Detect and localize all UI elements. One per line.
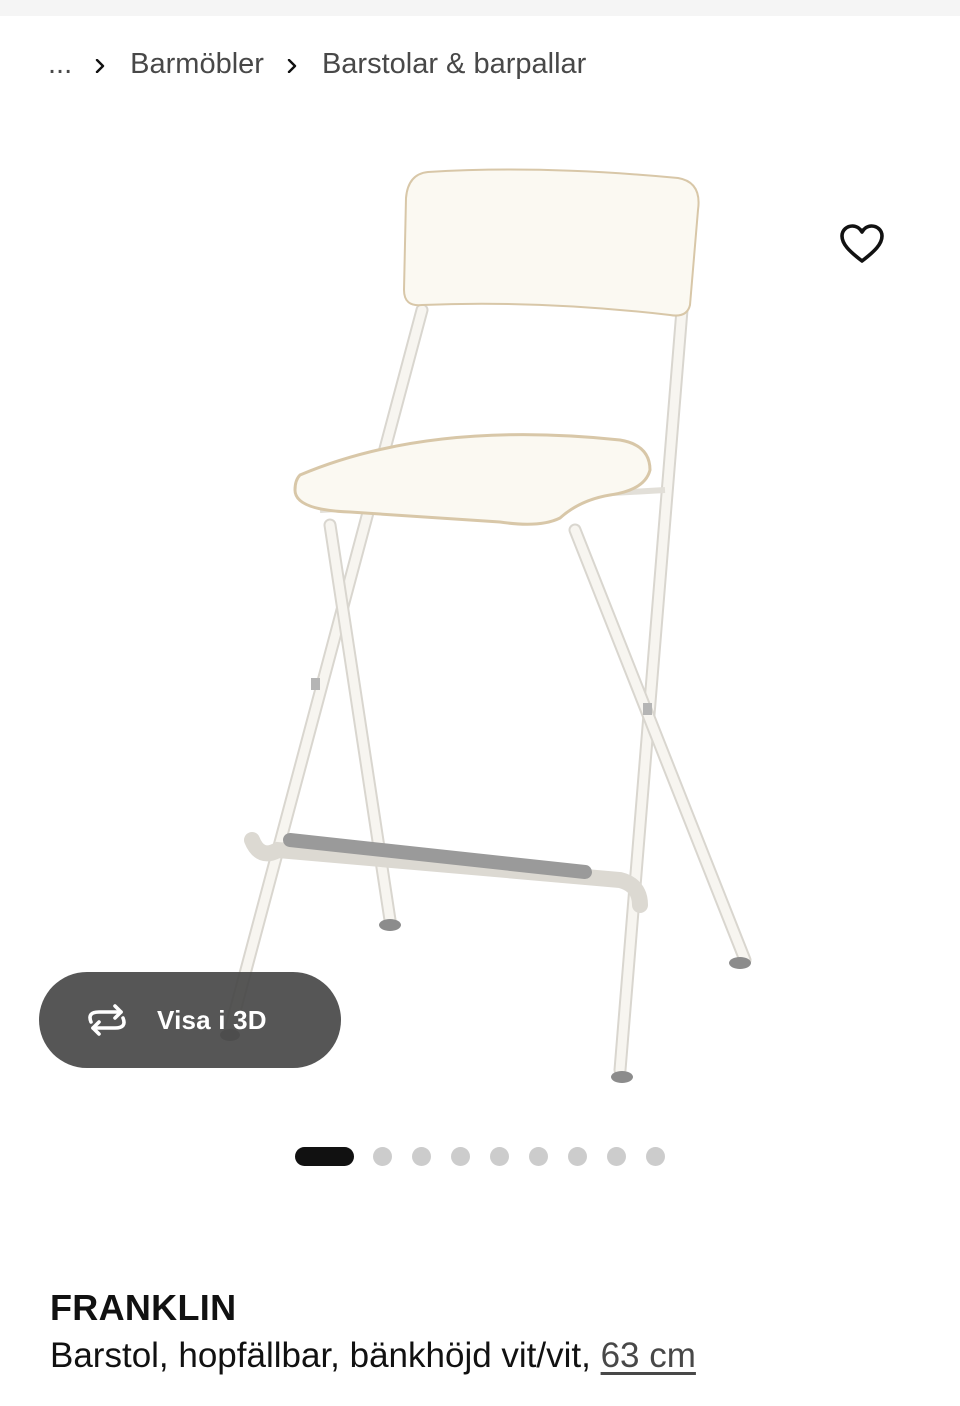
top-status-strip [0, 0, 960, 16]
product-size-link[interactable]: 63 cm [601, 1336, 696, 1375]
breadcrumb-item-barmobler[interactable]: Barmöbler [130, 48, 264, 81]
carousel-dot[interactable] [490, 1147, 509, 1166]
carousel-dot[interactable] [529, 1147, 548, 1166]
rotate-arrows-icon [83, 1000, 131, 1040]
carousel-dot[interactable] [607, 1147, 626, 1166]
breadcrumb-item-barstolar[interactable]: Barstolar & barpallar [322, 48, 586, 81]
chevron-right-icon [94, 58, 106, 73]
chevron-right-icon [286, 58, 298, 73]
heart-outline-icon [839, 223, 885, 270]
breadcrumb: ... Barmöbler Barstolar & barpallar [48, 48, 586, 81]
product-image[interactable] [200, 150, 760, 1110]
product-name: FRANKLIN [50, 1287, 237, 1328]
product-description: Barstol, hopfällbar, bänkhöjd vit/vit, 6… [50, 1336, 696, 1376]
carousel-dot[interactable] [373, 1147, 392, 1166]
breadcrumb-ellipsis[interactable]: ... [48, 48, 72, 81]
view-in-3d-button[interactable]: Visa i 3D [39, 972, 341, 1068]
carousel-dot[interactable] [451, 1147, 470, 1166]
carousel-dot[interactable] [646, 1147, 665, 1166]
carousel-dot[interactable] [568, 1147, 587, 1166]
favorite-button[interactable] [820, 210, 904, 282]
carousel-dot-active[interactable] [295, 1147, 354, 1166]
product-description-text: Barstol, hopfällbar, bänkhöjd vit/vit, [50, 1336, 591, 1375]
image-carousel-dots [0, 1147, 960, 1167]
view-in-3d-label: Visa i 3D [157, 1004, 267, 1035]
carousel-dot[interactable] [412, 1147, 431, 1166]
